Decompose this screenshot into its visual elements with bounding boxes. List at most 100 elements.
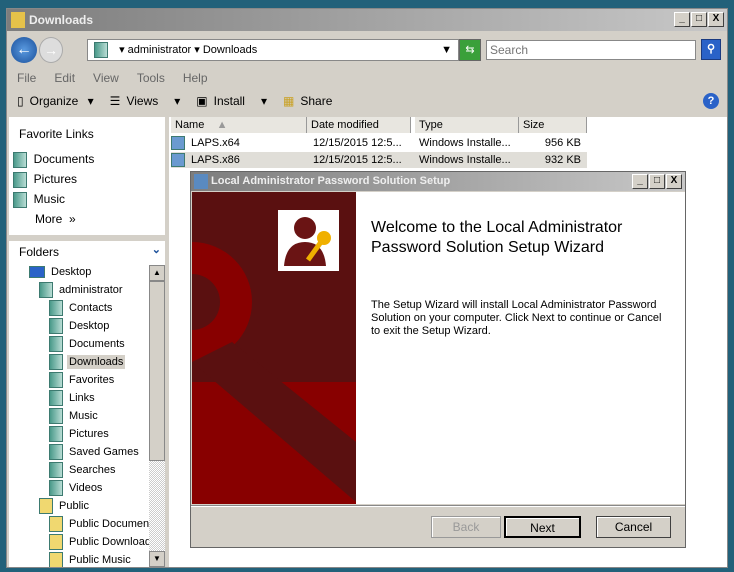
- favorite-music[interactable]: Music: [13, 189, 94, 209]
- folder-item[interactable]: Downloads: [49, 353, 126, 371]
- install-button[interactable]: ▣ Install ▾: [196, 94, 267, 108]
- views-icon: ☰: [109, 94, 121, 108]
- window-title: Downloads: [29, 13, 94, 27]
- folder-icon: [49, 336, 63, 353]
- menu-view[interactable]: View: [93, 71, 119, 85]
- address-bar[interactable]: ▾ administrator ▾ Downloads ▼: [87, 39, 459, 61]
- dialog-title: Local Administrator Password Solution Se…: [211, 175, 451, 187]
- installer-icon: [171, 136, 185, 151]
- column-size[interactable]: Size: [519, 117, 587, 133]
- menu-file[interactable]: File: [17, 71, 36, 85]
- welcome-body: The Setup Wizard will install Local Admi…: [371, 299, 662, 337]
- organize-button[interactable]: ▯ Organize ▾: [17, 94, 94, 108]
- folder-icon: [39, 498, 53, 515]
- folder-item[interactable]: Public Downloads: [49, 533, 149, 551]
- welcome-panel: Welcome to the Local Administrator Passw…: [356, 192, 685, 504]
- folder-icon: [49, 318, 63, 335]
- search-icon[interactable]: ⚲: [701, 39, 721, 60]
- setup-dialog: Local Administrator Password Solution Se…: [190, 171, 686, 548]
- folder-item[interactable]: Saved Games: [49, 443, 141, 461]
- close-button[interactable]: X: [708, 12, 724, 27]
- column-date[interactable]: Date modified: [307, 117, 411, 133]
- chevron-down-icon[interactable]: ⌄: [152, 243, 161, 256]
- folder-icon: [49, 516, 63, 533]
- search-input[interactable]: [486, 40, 696, 60]
- back-button[interactable]: Back: [431, 516, 501, 538]
- share-icon: ▦: [283, 94, 295, 108]
- breadcrumb-downloads[interactable]: Downloads: [203, 44, 257, 56]
- folder-icon: [49, 552, 63, 567]
- organize-icon: ▯: [17, 94, 24, 108]
- folder-item[interactable]: Pictures: [49, 425, 111, 443]
- minimize-button[interactable]: _: [632, 174, 648, 189]
- favorites-title: Favorite Links: [19, 127, 94, 141]
- folder-item[interactable]: Videos: [49, 479, 104, 497]
- close-button[interactable]: X: [666, 174, 682, 189]
- folder-icon: [49, 408, 63, 425]
- file-row[interactable]: LAPS.x64 12/15/2015 12:5... Windows Inst…: [171, 135, 587, 151]
- banner-image: [192, 192, 356, 504]
- folder-item[interactable]: Contacts: [49, 299, 114, 317]
- folder-item[interactable]: Public: [39, 497, 91, 515]
- menu-help[interactable]: Help: [183, 71, 208, 85]
- folders-title: Folders: [19, 245, 60, 259]
- forward-icon[interactable]: →: [39, 37, 63, 63]
- help-icon[interactable]: ?: [703, 93, 719, 109]
- folder-item[interactable]: Links: [49, 389, 97, 407]
- back-icon[interactable]: ←: [11, 37, 37, 63]
- maximize-button[interactable]: □: [691, 12, 707, 27]
- folder-item[interactable]: Favorites: [49, 371, 116, 389]
- folder-icon: [49, 390, 63, 407]
- folder-icon: [94, 42, 108, 59]
- folder-item[interactable]: Public Music: [49, 551, 133, 567]
- refresh-icon[interactable]: ⇆: [459, 39, 481, 61]
- folder-icon: [49, 372, 63, 389]
- favorite-documents[interactable]: Documents: [13, 149, 94, 169]
- chevron-down-icon[interactable]: ▼: [441, 40, 452, 60]
- folder-item[interactable]: Desktop: [29, 263, 93, 281]
- installer-icon: ▣: [196, 94, 208, 108]
- next-button[interactable]: Next: [504, 516, 581, 538]
- folder-item[interactable]: Searches: [49, 461, 117, 479]
- column-name[interactable]: Name ▲: [171, 117, 307, 133]
- folder-item[interactable]: Documents: [49, 335, 127, 353]
- more-link[interactable]: More »: [13, 209, 94, 229]
- folder-icon: [49, 300, 63, 317]
- music-icon: [13, 191, 27, 208]
- favorite-pictures[interactable]: Pictures: [13, 169, 94, 189]
- installer-icon: [194, 174, 208, 189]
- favorite-links-pane: Favorite Links Documents Pictures Music …: [9, 117, 165, 235]
- views-button[interactable]: ☰ Views ▾: [110, 94, 181, 108]
- breadcrumb-administrator[interactable]: administrator: [128, 44, 192, 56]
- column-type[interactable]: Type: [415, 117, 519, 133]
- folder-item[interactable]: Public Documents: [49, 515, 149, 533]
- welcome-heading: Welcome to the Local Administrator Passw…: [371, 219, 623, 256]
- folder-icon: [49, 444, 63, 461]
- menu-tools[interactable]: Tools: [137, 71, 165, 85]
- title-bar: Downloads _ □ X: [7, 9, 727, 31]
- folder-icon: [29, 266, 45, 279]
- scrollbar-thumb[interactable]: [149, 281, 165, 461]
- share-button[interactable]: ▦ Share: [283, 94, 338, 108]
- folder-icon: [49, 426, 63, 443]
- folder-icon: [11, 12, 25, 28]
- admin-key-icon: [278, 210, 339, 271]
- file-row[interactable]: LAPS.x86 12/15/2015 12:5... Windows Inst…: [171, 152, 587, 168]
- cancel-button[interactable]: Cancel: [596, 516, 671, 538]
- minimize-button[interactable]: _: [674, 12, 690, 27]
- pictures-icon: [13, 171, 27, 188]
- folder-icon: [49, 462, 63, 479]
- folder-item[interactable]: Music: [49, 407, 100, 425]
- dialog-title-bar: Local Administrator Password Solution Se…: [191, 172, 685, 191]
- menu-edit[interactable]: Edit: [54, 71, 75, 85]
- folder-item[interactable]: Desktop: [49, 317, 111, 335]
- folder-icon: [49, 534, 63, 551]
- toolbar: ▯ Organize ▾ ☰ Views ▾ ▣ Install ▾ ▦ Share: [17, 94, 338, 108]
- folders-pane: Folders ⌄ Desktop administrator Contacts De…: [9, 241, 165, 567]
- scrollbar[interactable]: ▲ ▼: [149, 265, 165, 567]
- folder-icon: [39, 282, 53, 299]
- folder-icon: [49, 480, 63, 497]
- installer-icon: [171, 153, 185, 168]
- folder-item[interactable]: administrator: [39, 281, 125, 299]
- maximize-button[interactable]: □: [649, 174, 665, 189]
